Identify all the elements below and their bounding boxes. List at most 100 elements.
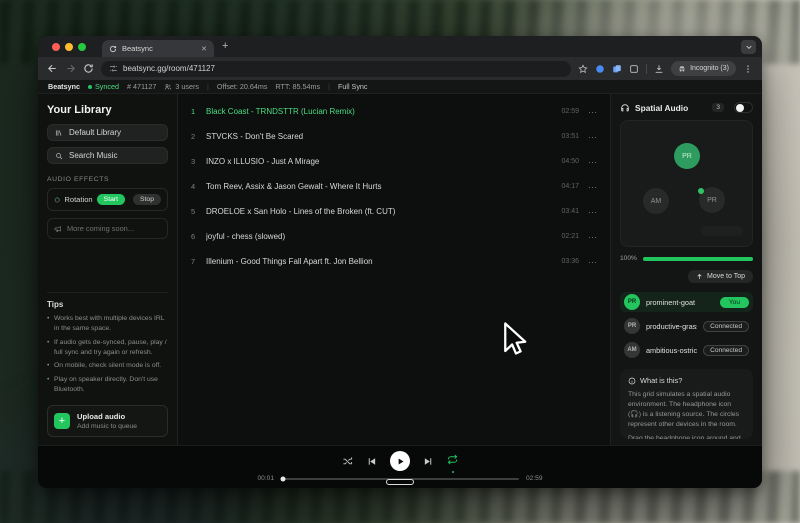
user-name: productive-grassho... [646, 322, 697, 331]
tab-search-button[interactable] [741, 40, 756, 54]
total-time: 02:59 [526, 475, 543, 482]
track-duration: 03:51 [561, 133, 579, 140]
spatial-toggle[interactable] [734, 102, 753, 113]
new-tab-icon[interactable]: + [222, 41, 228, 52]
user-row[interactable]: AM ambitious-ostrich Connected [620, 340, 753, 360]
browser-menu-icon[interactable] [743, 64, 753, 74]
bookmark-star-icon[interactable] [578, 64, 588, 74]
spatial-header: Spatial Audio 3 [620, 102, 753, 113]
mouse-cursor [499, 321, 529, 361]
grid-faint-pill [701, 226, 743, 236]
users-count[interactable]: 3 users [164, 82, 199, 91]
device-node[interactable]: AM [643, 188, 669, 214]
user-row[interactable]: PR prominent-goat You [620, 292, 753, 312]
tip-item: If audio gets de-synced, pause, play / f… [47, 338, 168, 358]
room-id[interactable]: # 471127 [127, 82, 156, 91]
library-sidebar: Your Library Default Library Search Musi… [38, 94, 178, 445]
track-row[interactable]: 3 INZO x ILLUSIO - Just A Mirage 04:50 ⋯ [178, 149, 610, 174]
upload-audio-button[interactable]: + Upload audio Add music to queue [47, 405, 168, 437]
user-row[interactable]: PR productive-grassho... Connected [620, 316, 753, 336]
rotation-start-button[interactable]: Start [97, 194, 125, 205]
minimize-window-button[interactable] [65, 43, 73, 51]
status-divider: | [328, 82, 330, 91]
app-status-bar: Beatsync Synced # 471127 3 users | Offse… [38, 80, 762, 94]
what-is-this-box: What is this? This grid simulates a spat… [620, 369, 753, 439]
collections-icon[interactable] [612, 64, 622, 74]
incognito-icon [678, 65, 686, 73]
sync-dot-icon [88, 85, 92, 89]
extension-blue-icon[interactable] [595, 64, 605, 74]
full-sync-button[interactable]: Full Sync [338, 82, 368, 91]
volume-percent: 100% [620, 255, 637, 262]
back-icon[interactable] [47, 63, 58, 74]
default-library-button[interactable]: Default Library [47, 124, 168, 141]
downloads-icon[interactable] [654, 64, 664, 74]
incognito-badge[interactable]: Incognito (3) [671, 61, 736, 76]
track-title: DROELOE x San Holo - Lines of the Broken… [206, 207, 561, 216]
tip-item: Play on speaker directly. Don't use Blue… [47, 375, 168, 395]
track-row[interactable]: 1 Black Coast - TRNDSTTR (Lucian Remix) … [178, 99, 610, 124]
repeat-button[interactable] [447, 452, 458, 470]
track-row[interactable]: 2 STVCKS - Don't Be Scared 03:51 ⋯ [178, 124, 610, 149]
shuffle-icon[interactable] [342, 456, 353, 467]
tips-section: Tips Works best with multiple devices IR… [47, 292, 168, 399]
spatial-grid[interactable]: PR AM PR [620, 120, 753, 247]
track-row[interactable]: 7 Illenium - Good Things Fall Apart ft. … [178, 249, 610, 274]
upload-title: Upload audio [77, 412, 137, 421]
track-duration: 03:41 [561, 208, 579, 215]
play-icon [396, 457, 405, 466]
avatar: PR [624, 294, 640, 310]
move-to-top-button[interactable]: Move to Top [688, 270, 753, 283]
tab-close-icon[interactable]: ✕ [201, 45, 207, 53]
site-settings-icon[interactable] [109, 64, 118, 73]
volume-bar[interactable] [643, 257, 753, 261]
library-title: Your Library [47, 104, 168, 116]
screen: Beatsync ✕ + beatsync.gg/room/471127 [0, 0, 800, 523]
next-track-icon[interactable] [423, 456, 434, 467]
incognito-label: Incognito (3) [690, 65, 729, 72]
url-text: beatsync.gg/room/471127 [123, 64, 215, 73]
tips-title: Tips [47, 300, 168, 309]
tab-beatsync[interactable]: Beatsync ✕ [102, 40, 214, 57]
current-time: 00:01 [257, 475, 274, 482]
window-controls [44, 43, 92, 51]
rotation-stop-button[interactable]: Stop [133, 194, 161, 205]
play-button[interactable] [390, 451, 410, 471]
track-title: Black Coast - TRNDSTTR (Lucian Remix) [206, 107, 561, 116]
info-paragraph: This grid simulates a spatial audio envi… [628, 390, 745, 429]
tips-list: Works best with multiple devices IRL in … [47, 314, 168, 395]
users-icon [164, 83, 172, 91]
tab-strip: Beatsync ✕ + [38, 36, 762, 57]
status-divider: | [207, 82, 209, 91]
address-bar[interactable]: beatsync.gg/room/471127 [101, 61, 571, 77]
spatial-count-badge: 3 [712, 103, 724, 112]
library-icon [55, 129, 63, 137]
plus-icon: + [54, 413, 70, 429]
track-row[interactable]: 4 Tom Reev, Assix & Jason Gewalt - Where… [178, 174, 610, 199]
arrow-up-icon [696, 273, 703, 280]
previous-track-icon[interactable] [366, 456, 377, 467]
spatial-audio-panel: Spatial Audio 3 PR AM PR 100% Move to To… [610, 94, 762, 445]
maximize-window-button[interactable] [78, 43, 86, 51]
track-row[interactable]: 5 DROELOE x San Holo - Lines of the Brok… [178, 199, 610, 224]
extensions-puzzle-icon[interactable] [629, 64, 639, 74]
reload-icon[interactable] [83, 63, 94, 74]
tip-item: Works best with multiple devices IRL in … [47, 314, 168, 334]
headphones-icon [620, 103, 630, 113]
rotation-label: Rotation [64, 195, 92, 204]
track-row[interactable]: 6 joyful - chess (slowed) 02:21 ⋯ [178, 224, 610, 249]
search-music-button[interactable]: Search Music [47, 147, 168, 164]
close-window-button[interactable] [52, 43, 60, 51]
track-title: Tom Reev, Assix & Jason Gewalt - Where I… [206, 182, 561, 191]
seek-thumb[interactable] [281, 476, 286, 481]
track-title: joyful - chess (slowed) [206, 232, 561, 241]
track-duration: 03:36 [561, 258, 579, 265]
listener-node[interactable]: PR [674, 143, 700, 169]
device-node[interactable]: PR [699, 187, 725, 213]
track-queue: 1 Black Coast - TRNDSTTR (Lucian Remix) … [178, 94, 610, 445]
forward-icon[interactable] [65, 63, 76, 74]
tab-title: Beatsync [122, 44, 196, 53]
info-icon [628, 377, 636, 385]
more-coming-soon: More coming soon... [47, 218, 168, 239]
rtt-value: RTT: 85.54ms [275, 82, 320, 91]
